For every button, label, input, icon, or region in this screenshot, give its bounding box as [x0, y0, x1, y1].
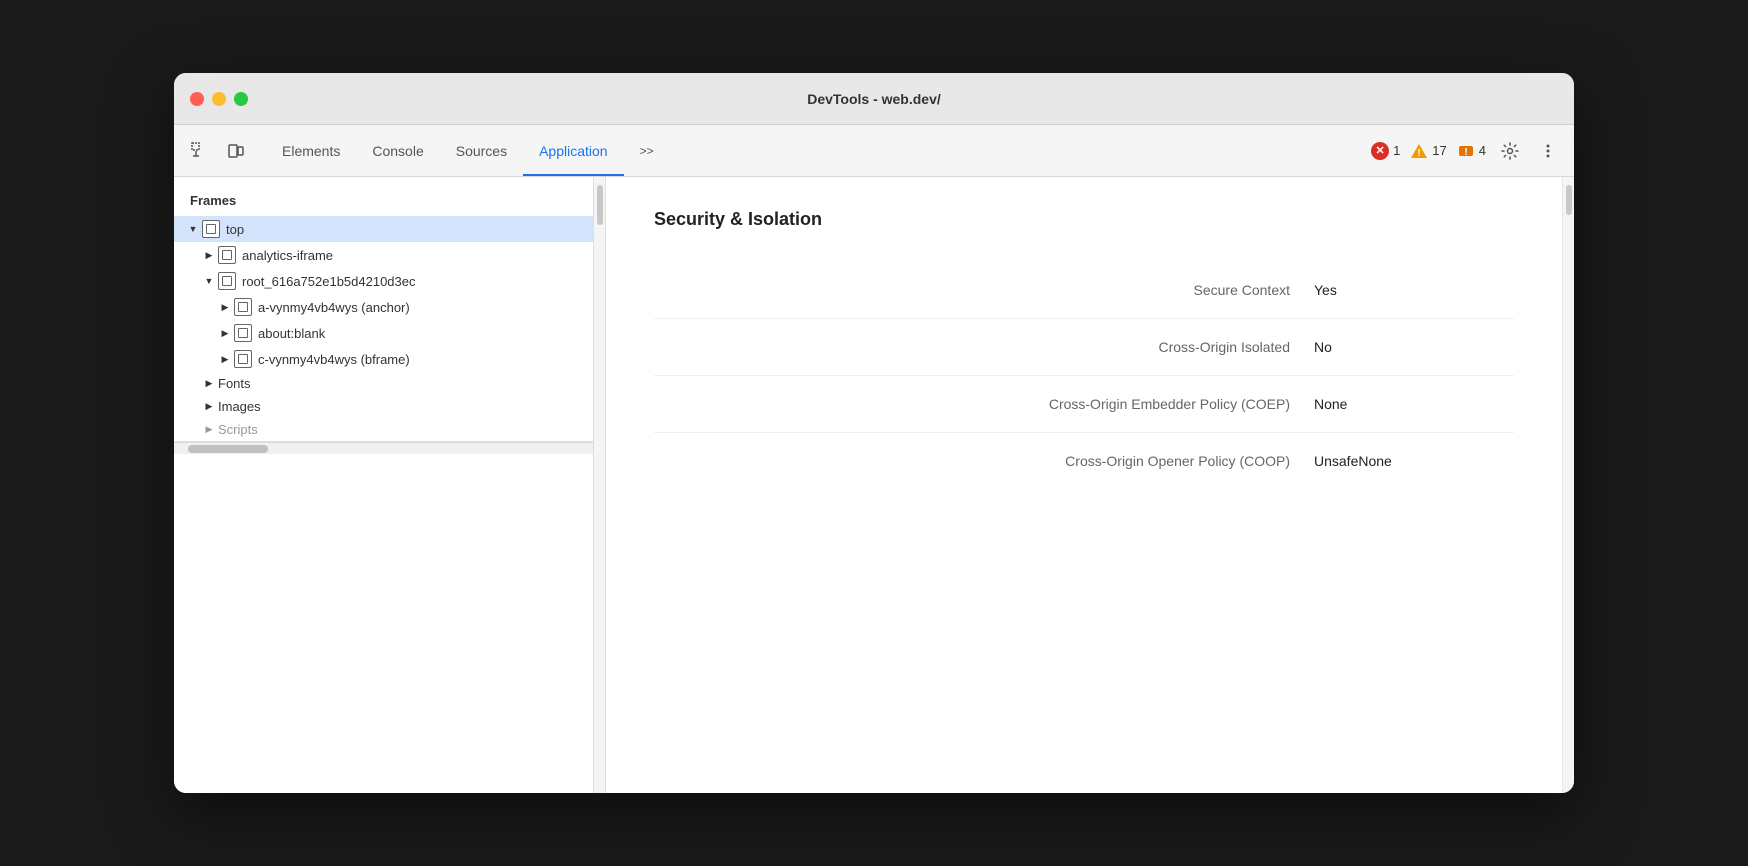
info-label-coep: Cross-Origin Embedder Policy (COEP): [654, 396, 1314, 412]
sidebar-item-a-vynmy4vb4wys[interactable]: ▶ a-vynmy4vb4wys (anchor): [174, 294, 593, 320]
warning-icon: !: [1410, 142, 1428, 160]
info-row-secure-context: Secure Context Yes: [654, 262, 1514, 319]
info-value-coep: None: [1314, 396, 1514, 412]
info-label-coop: Cross-Origin Opener Policy (COOP): [654, 453, 1314, 469]
right-scrollbar-track: [1562, 177, 1574, 793]
frame-icon: [234, 324, 252, 342]
toolbar-right: ✕ 1 ! 17 ! 4: [1371, 137, 1562, 165]
warning-count[interactable]: ! 17: [1410, 142, 1446, 160]
arrow-right-icon: ▶: [202, 248, 216, 262]
arrow-right-icon: ▶: [202, 377, 216, 391]
tab-list: Elements Console Sources Application >>: [266, 125, 670, 176]
arrow-right-icon: ▶: [202, 400, 216, 414]
vertical-scrollbar-thumb[interactable]: [597, 185, 603, 225]
frame-icon: [234, 298, 252, 316]
arrow-right-icon: ▶: [202, 423, 216, 437]
sidebar-item-scripts[interactable]: ▶ Scripts: [174, 418, 593, 441]
toolbar: Elements Console Sources Application >> …: [174, 125, 1574, 177]
frame-icon: [218, 272, 236, 290]
sidebar-item-about-blank[interactable]: ▶ about:blank: [174, 320, 593, 346]
info-label-secure-context: Secure Context: [654, 282, 1314, 298]
info-table: Secure Context Yes Cross-Origin Isolated…: [654, 262, 1514, 489]
sidebar-item-root[interactable]: ▼ root_616a752e1b5d4210d3ec: [174, 268, 593, 294]
tab-console[interactable]: Console: [356, 125, 439, 176]
section-title: Security & Isolation: [654, 209, 1514, 230]
frame-icon: [218, 246, 236, 264]
sidebar-item-images[interactable]: ▶ Images: [174, 395, 593, 418]
tab-more[interactable]: >>: [624, 125, 670, 176]
window-title: DevTools - web.dev/: [807, 91, 941, 107]
sidebar-item-fonts[interactable]: ▶ Fonts: [174, 372, 593, 395]
right-scrollbar-thumb[interactable]: [1566, 185, 1572, 215]
minimize-button[interactable]: [212, 92, 226, 106]
close-button[interactable]: [190, 92, 204, 106]
svg-text:!: !: [1418, 148, 1421, 159]
sidebar-item-c-vynmy4vb4wys[interactable]: ▶ c-vynmy4vb4wys (bframe): [174, 346, 593, 372]
more-options-button[interactable]: [1534, 137, 1562, 165]
tab-sources[interactable]: Sources: [440, 125, 523, 176]
traffic-lights: [190, 92, 248, 106]
device-toolbar-button[interactable]: [222, 137, 250, 165]
title-bar: DevTools - web.dev/: [174, 73, 1574, 125]
sidebar-item-top[interactable]: ▼ top: [174, 216, 593, 242]
info-value-coop: UnsafeNone: [1314, 453, 1514, 469]
info-icon: !: [1457, 142, 1475, 160]
maximize-button[interactable]: [234, 92, 248, 106]
info-row-coep: Cross-Origin Embedder Policy (COEP) None: [654, 376, 1514, 433]
devtools-window: DevTools - web.dev/ Elements: [174, 73, 1574, 793]
tab-application[interactable]: Application: [523, 125, 624, 176]
sidebar: Frames ▼ top ▶ analytics-iframe ▼ root_6…: [174, 177, 594, 793]
arrow-right-icon: ▶: [218, 326, 232, 340]
arrow-down-icon: ▼: [186, 222, 200, 236]
info-label-cross-origin-isolated: Cross-Origin Isolated: [654, 339, 1314, 355]
settings-button[interactable]: [1496, 137, 1524, 165]
error-count[interactable]: ✕ 1: [1371, 142, 1400, 160]
info-count[interactable]: ! 4: [1457, 142, 1486, 160]
info-row-coop: Cross-Origin Opener Policy (COOP) Unsafe…: [654, 433, 1514, 489]
toolbar-icons: [186, 137, 250, 165]
scrollbar-thumb[interactable]: [188, 445, 268, 453]
vertical-scrollbar-track: [594, 177, 606, 793]
info-value-cross-origin-isolated: No: [1314, 339, 1514, 355]
main-panel: Security & Isolation Secure Context Yes …: [606, 177, 1562, 793]
arrow-down-icon: ▼: [202, 274, 216, 288]
tab-elements[interactable]: Elements: [266, 125, 356, 176]
content-area: Frames ▼ top ▶ analytics-iframe ▼ root_6…: [174, 177, 1574, 793]
sidebar-section-header: Frames: [174, 177, 593, 216]
horizontal-scrollbar[interactable]: [174, 442, 593, 454]
info-value-secure-context: Yes: [1314, 282, 1514, 298]
arrow-right-icon: ▶: [218, 352, 232, 366]
arrow-right-icon: ▶: [218, 300, 232, 314]
inspect-element-button[interactable]: [186, 137, 214, 165]
error-icon: ✕: [1371, 142, 1389, 160]
info-row-cross-origin-isolated: Cross-Origin Isolated No: [654, 319, 1514, 376]
sidebar-item-analytics-iframe[interactable]: ▶ analytics-iframe: [174, 242, 593, 268]
frame-icon: [234, 350, 252, 368]
frame-icon: [202, 220, 220, 238]
svg-text:!: !: [1464, 147, 1467, 158]
